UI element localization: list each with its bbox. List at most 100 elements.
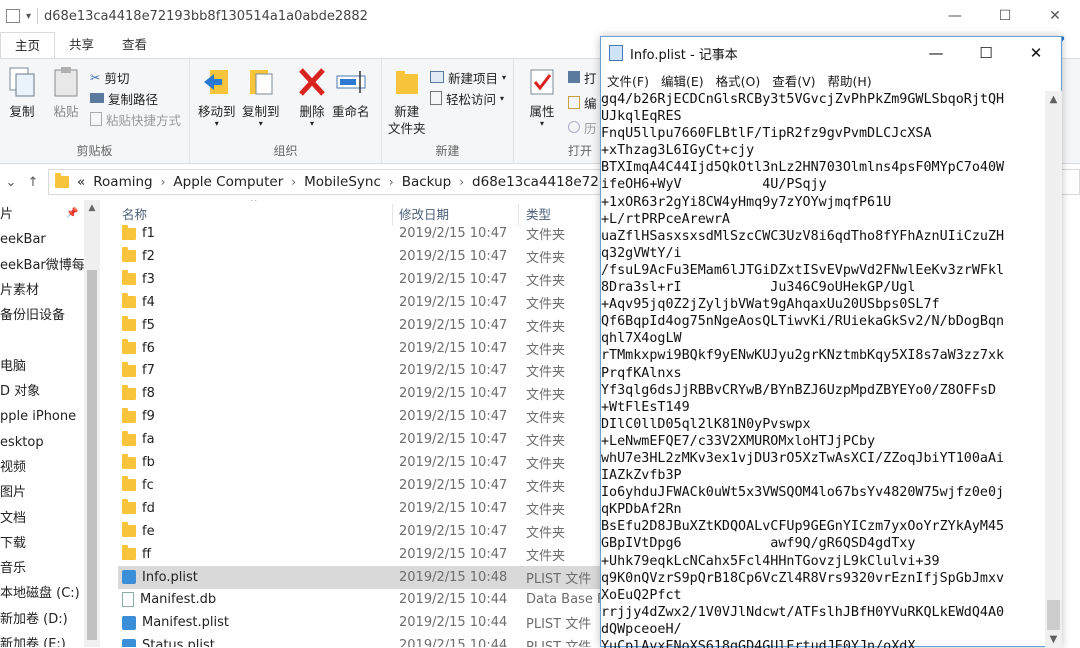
file-row[interactable]: f1 2019/2/15 10:47 文件夹 xyxy=(118,222,600,245)
copy-label: 复制 xyxy=(9,104,35,119)
file-row[interactable]: f3 2019/2/15 10:47 文件夹 xyxy=(118,268,600,291)
file-row[interactable]: Manifest.plist 2019/2/15 10:44 PLIST 文件 xyxy=(118,611,600,634)
file-name: f5 xyxy=(142,317,155,333)
open-button[interactable]: 打 xyxy=(568,67,597,87)
file-row[interactable]: f4 2019/2/15 10:47 文件夹 xyxy=(118,291,600,314)
file-name-cell: f2 xyxy=(122,247,155,264)
properties-button[interactable]: 属性 ▾ xyxy=(526,65,558,128)
notepad-scrollbar-thumb[interactable] xyxy=(1047,600,1060,630)
quick-access-properties-icon[interactable] xyxy=(6,9,20,23)
notepad-vertical-scrollbar[interactable]: ▲ ▼ xyxy=(1045,91,1062,648)
nav-item[interactable]: eekBar xyxy=(0,227,84,252)
file-row[interactable]: Status.plist 2019/2/15 10:44 PLIST 文件 xyxy=(118,634,600,647)
breadcrumb-separator-icon[interactable]: › xyxy=(291,175,296,189)
quick-access-dropdown-icon[interactable]: ▾ xyxy=(26,11,31,22)
edit-button[interactable]: 编 xyxy=(568,92,597,112)
delete-button[interactable]: 删除 ▾ xyxy=(296,65,328,128)
file-name-cell: fd xyxy=(122,499,155,516)
scroll-up-arrow-icon[interactable]: ▲ xyxy=(84,200,100,216)
file-row[interactable]: fa 2019/2/15 10:47 文件夹 xyxy=(118,428,600,451)
nav-item[interactable]: 视频 xyxy=(0,455,84,480)
file-row[interactable]: fb 2019/2/15 10:47 文件夹 xyxy=(118,451,600,474)
new-item-button[interactable]: 新建项目 ▾ xyxy=(430,67,506,87)
file-row[interactable]: f5 2019/2/15 10:47 文件夹 xyxy=(118,314,600,337)
menu-file[interactable]: 文件(F) xyxy=(607,71,649,90)
up-arrow-icon[interactable]: ↑ xyxy=(22,175,44,190)
nav-item[interactable]: 备份旧设备 xyxy=(0,303,84,328)
text-line: IAZkZvfb3P xyxy=(601,468,682,484)
breadcrumb-roaming[interactable]: Roaming xyxy=(93,174,152,190)
file-row[interactable]: Info.plist 2019/2/15 10:48 PLIST 文件 xyxy=(118,565,600,589)
file-type: 文件夹 xyxy=(526,548,566,564)
nav-item[interactable]: 音乐 xyxy=(0,556,84,581)
nav-item[interactable] xyxy=(0,328,84,353)
file-row[interactable]: f9 2019/2/15 10:47 文件夹 xyxy=(118,405,600,428)
file-row[interactable]: fc 2019/2/15 10:47 文件夹 xyxy=(118,474,600,497)
file-row[interactable]: Manifest.db 2019/2/15 10:44 Data Base Fi xyxy=(118,588,600,611)
nav-item[interactable]: 片素材 xyxy=(0,278,84,303)
nav-item[interactable]: D 对象 xyxy=(0,379,84,404)
menu-view[interactable]: 查看(V) xyxy=(772,71,815,90)
rename-button[interactable]: 重命名 xyxy=(332,65,370,120)
copy-button[interactable]: 复制 xyxy=(6,65,38,120)
notepad-close-button[interactable]: ✕ xyxy=(1011,37,1061,69)
nav-item[interactable]: eekBar微博每日 xyxy=(0,253,98,278)
breadcrumb-mobilesync[interactable]: MobileSync xyxy=(304,174,381,190)
file-row[interactable]: f8 2019/2/15 10:47 文件夹 xyxy=(118,382,600,405)
file-row[interactable]: f2 2019/2/15 10:47 文件夹 xyxy=(118,245,600,268)
recent-locations-chevron-icon[interactable]: ⌄ xyxy=(0,175,22,190)
file-date: 2019/2/15 10:47 xyxy=(399,226,508,241)
navigation-scrollbar-thumb[interactable] xyxy=(87,270,97,640)
tab-share[interactable]: 共享 xyxy=(55,32,108,58)
copy-path-button[interactable]: 复制路径 xyxy=(90,88,158,108)
nav-item[interactable]: 新加卷 (E:) xyxy=(0,632,84,647)
nav-item[interactable]: 电脑 xyxy=(0,354,84,379)
cut-button[interactable]: ✂ 剪切 xyxy=(90,67,130,87)
breadcrumb-separator-icon[interactable]: › xyxy=(459,175,464,189)
move-to-button[interactable]: 移动到 ▾ xyxy=(198,65,236,128)
file-row[interactable]: f6 2019/2/15 10:47 文件夹 xyxy=(118,337,600,360)
file-name-cell: f5 xyxy=(122,316,155,333)
copy-to-button[interactable]: 复制到 ▾ xyxy=(242,65,280,128)
nav-item[interactable]: 图片 xyxy=(0,480,84,505)
breadcrumb-backup[interactable]: Backup xyxy=(402,174,452,190)
scroll-down-arrow-icon[interactable]: ▼ xyxy=(1045,631,1062,648)
paste-shortcut-button[interactable]: 粘贴快捷方式 xyxy=(90,109,181,129)
nav-item[interactable]: 新加卷 (D:) xyxy=(0,607,84,632)
nav-item[interactable]: 文档 xyxy=(0,506,84,531)
paste-button[interactable]: 粘贴 xyxy=(50,65,82,120)
pin-icon[interactable]: 📌 xyxy=(66,208,78,219)
breadcrumb-separator-icon[interactable]: › xyxy=(389,175,394,189)
file-name-cell: f7 xyxy=(122,361,155,378)
easy-access-button[interactable]: 轻松访问 ▾ xyxy=(430,88,504,108)
nav-item[interactable]: 本地磁盘 (C:) xyxy=(0,581,84,606)
file-row[interactable]: f7 2019/2/15 10:47 文件夹 xyxy=(118,359,600,382)
file-date: 2019/2/15 10:47 xyxy=(399,340,508,356)
menu-edit[interactable]: 编辑(E) xyxy=(661,71,704,90)
nav-item[interactable]: esktop xyxy=(0,430,84,455)
copy-path-icon xyxy=(90,93,104,103)
nav-item[interactable]: pple iPhone xyxy=(0,404,84,429)
file-row[interactable]: fe 2019/2/15 10:47 文件夹 xyxy=(118,520,600,543)
notepad-text-area[interactable]: gq4/b26RjECDCnGlsRCBy3t5VGvcjZvPhPkZm9GW… xyxy=(601,91,1045,648)
history-button[interactable]: 历 xyxy=(568,117,597,137)
maximize-button[interactable]: ☐ xyxy=(980,0,1030,32)
file-row[interactable]: ff 2019/2/15 10:47 文件夹 xyxy=(118,543,600,566)
file-row[interactable]: fd 2019/2/15 10:47 文件夹 xyxy=(118,497,600,520)
tab-view[interactable]: 查看 xyxy=(108,32,161,58)
close-button[interactable]: ✕ xyxy=(1030,0,1080,32)
notepad-minimize-button[interactable]: — xyxy=(911,37,961,69)
nav-item[interactable]: 下载 xyxy=(0,531,84,556)
navigation-scrollbar[interactable]: ▲ xyxy=(84,200,100,647)
sort-ascending-icon: ^ xyxy=(250,200,258,208)
breadcrumb-apple-computer[interactable]: Apple Computer xyxy=(173,174,283,190)
menu-format[interactable]: 格式(O) xyxy=(716,71,761,90)
menu-help[interactable]: 帮助(H) xyxy=(828,71,872,90)
tab-home[interactable]: 主页 xyxy=(0,32,56,58)
breadcrumb-separator-icon[interactable]: › xyxy=(161,175,166,189)
new-folder-button[interactable]: 新建 文件夹 xyxy=(388,65,426,137)
minimize-button[interactable]: — xyxy=(930,0,980,32)
scroll-up-arrow-icon[interactable]: ▲ xyxy=(1045,91,1062,108)
notepad-maximize-button[interactable]: ☐ xyxy=(961,37,1011,69)
breadcrumb-overflow[interactable]: « xyxy=(77,174,85,190)
